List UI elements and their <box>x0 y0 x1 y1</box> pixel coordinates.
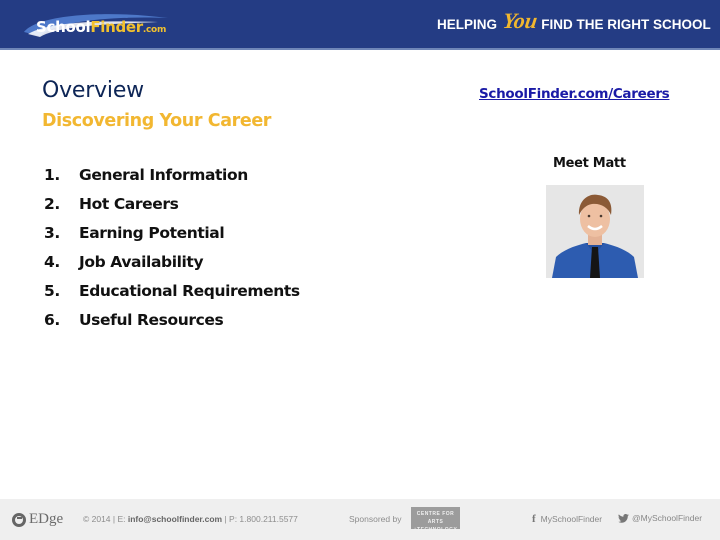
logo-school: School <box>36 18 91 36</box>
person-photo-icon <box>546 185 644 278</box>
list-item: 2. Hot Careers <box>44 189 300 218</box>
list-item-label: Earning Potential <box>79 223 225 242</box>
list-item: 6. Useful Resources <box>44 305 300 334</box>
sponsor-logo[interactable]: CENTRE FOR ARTS +TECHNOLOGY <box>411 507 460 533</box>
sponsor-logo-line2: +TECHNOLOGY <box>413 527 458 533</box>
twitter-icon <box>618 513 629 523</box>
list-item: 3. Earning Potential <box>44 218 300 247</box>
list-item-number: 1. <box>44 165 60 184</box>
list-item-label: Educational Requirements <box>79 281 300 300</box>
twitter-handle: @MySchoolFinder <box>632 513 703 523</box>
list-item-number: 4. <box>44 252 60 271</box>
copyright-text: © 2014 | E: <box>83 514 128 524</box>
matt-photo <box>546 185 644 278</box>
list-item-label: Useful Resources <box>79 310 224 329</box>
sponsored-by-label: Sponsored by <box>349 514 402 524</box>
facebook-icon: f <box>532 513 536 525</box>
list-item: 5. Educational Requirements <box>44 276 300 305</box>
footer: EDge © 2014 | E: info@schoolfinder.com |… <box>0 499 720 540</box>
tagline-you: You <box>501 8 540 33</box>
list-item-number: 3. <box>44 223 60 242</box>
edge-logo[interactable]: EDge <box>12 511 63 528</box>
tagline-helping: HELPING <box>437 16 498 32</box>
list-item-number: 2. <box>44 194 60 213</box>
careers-link[interactable]: SchoolFinder.com/Careers <box>479 86 670 102</box>
list-item: 4. Job Availability <box>44 247 300 276</box>
tagline-find-school: FIND THE RIGHT SCHOOL <box>541 16 711 32</box>
contact-info: © 2014 | E: info@schoolfinder.com | P: 1… <box>83 514 298 524</box>
list-item-label: Hot Careers <box>79 194 179 213</box>
header-banner: SchoolFinder.com HELPING You FIND THE RI… <box>0 0 720 50</box>
list-item-label: General Information <box>79 165 248 184</box>
logo-com: .com <box>142 25 167 35</box>
list-item-label: Job Availability <box>79 252 204 271</box>
page-title: Overview <box>42 78 144 103</box>
edge-logo-icon <box>12 512 26 527</box>
logo-wordmark: SchoolFinder.com <box>36 18 166 36</box>
twitter-link[interactable]: @MySchoolFinder <box>618 513 702 523</box>
facebook-handle: MySchoolFinder <box>540 514 603 524</box>
logo-finder: Finder <box>90 18 143 36</box>
facebook-link[interactable]: f MySchoolFinder <box>532 513 602 525</box>
schoolfinder-logo[interactable]: SchoolFinder.com <box>18 8 178 40</box>
meet-matt-label: Meet Matt <box>553 156 626 171</box>
page-subtitle: Discovering Your Career <box>42 111 272 131</box>
list-item-number: 5. <box>44 281 60 300</box>
email-link[interactable]: info@schoolfinder.com <box>128 514 222 524</box>
list-item: 1. General Information <box>44 160 300 189</box>
list-item-number: 6. <box>44 310 60 329</box>
topics-list: 1. General Information 2. Hot Careers 3.… <box>44 160 300 334</box>
tagline: HELPING You FIND THE RIGHT SCHOOL <box>437 8 711 34</box>
edge-logo-text: EDge <box>29 511 64 527</box>
phone-text: | P: 1.800.211.5577 <box>222 514 298 524</box>
sponsor-logo-line1: CENTRE FOR ARTS <box>416 511 455 525</box>
